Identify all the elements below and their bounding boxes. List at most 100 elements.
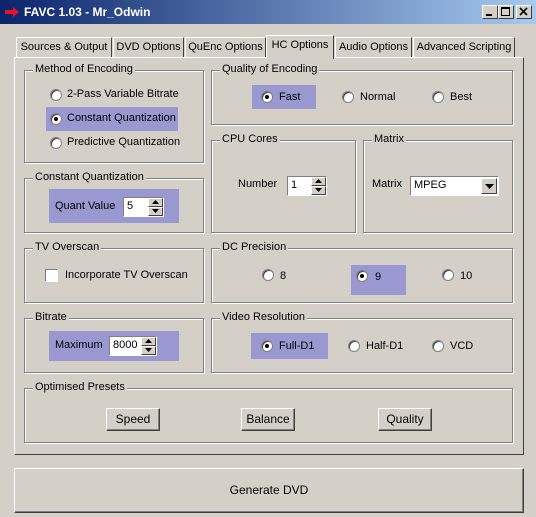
radio-2pass-vbr[interactable]: 2-Pass Variable Bitrate (48, 86, 198, 104)
radio-circle[interactable] (348, 340, 360, 352)
cpu-cores-group: CPU Cores Number 1 (211, 133, 356, 233)
window-title: FAVC 1.03 - Mr_Odwin (24, 5, 151, 19)
tab-dvd-options[interactable]: DVD Options (113, 37, 184, 57)
group-title: Quality of Encoding (220, 63, 320, 75)
dc-precision-group: DC Precision 8 9 10 (211, 241, 513, 303)
tab-hc-options[interactable]: HC Options (266, 35, 334, 59)
spinner-value: 8000 (113, 339, 138, 351)
video-resolution-group: Video Resolution Full-D1 Half-D1 VCD (211, 311, 513, 373)
radio-full-d1[interactable]: Full-D1 (251, 333, 328, 359)
encoding-method-group: Method of Encoding 2-Pass Variable Bitra… (24, 63, 204, 163)
bitrate-maximum-label: Maximum (55, 339, 103, 351)
radio-predictive-quantization[interactable]: Predictive Quantization (48, 134, 198, 152)
tab-audio-options[interactable]: Audio Options (335, 37, 412, 57)
radio-fast[interactable]: Fast (252, 85, 316, 109)
group-title: Matrix (372, 133, 406, 145)
tab-quenc-options[interactable]: QuEnc Options (185, 37, 266, 57)
radio-label: Best (450, 91, 473, 103)
tab-label: QuEnc Options (188, 41, 263, 53)
tab-sources-output[interactable]: Sources & Output (16, 37, 112, 57)
radio-circle[interactable] (356, 270, 368, 282)
tab-label: DVD Options (116, 41, 181, 53)
minimize-button[interactable] (482, 5, 498, 19)
group-title: Bitrate (33, 311, 69, 323)
radio-label: VCD (450, 340, 474, 352)
bitrate-highlight: Maximum 8000 (49, 331, 179, 361)
radio-circle[interactable] (50, 113, 62, 125)
generate-dvd-button[interactable]: Generate DVD (14, 468, 524, 513)
checkbox-box[interactable] (45, 269, 58, 282)
radio-circle[interactable] (342, 91, 354, 103)
radio-label: 9 (375, 271, 382, 283)
matrix-label: Matrix (372, 178, 402, 190)
tab-label: Audio Options (338, 41, 409, 53)
spinner-value: 1 (291, 179, 298, 191)
radio-dc-8[interactable]: 8 (260, 267, 300, 285)
tab-label: HC Options (271, 39, 329, 51)
radio-circle[interactable] (50, 137, 62, 149)
quality-button[interactable]: Quality (378, 408, 432, 431)
radio-label: Normal (360, 91, 396, 103)
radio-vcd[interactable]: VCD (430, 338, 490, 356)
tab-advanced-scripting[interactable]: Advanced Scripting (413, 37, 515, 57)
radio-constant-quantization[interactable]: Constant Quantization (46, 107, 178, 131)
checkbox-label: Incorporate TV Overscan (65, 269, 188, 281)
radio-half-d1[interactable]: Half-D1 (346, 338, 416, 356)
radio-best[interactable]: Best (430, 89, 490, 107)
quant-value-label: Quant Value (55, 200, 116, 212)
spin-up-button[interactable] (311, 177, 326, 186)
radio-circle[interactable] (442, 269, 454, 281)
group-title: Optimised Presets (33, 381, 127, 393)
speed-button[interactable]: Speed (106, 408, 160, 431)
radio-label: Constant Quantization (67, 112, 176, 124)
group-title: Method of Encoding (33, 63, 135, 75)
radio-circle[interactable] (50, 89, 62, 101)
matrix-select[interactable]: MPEG (410, 176, 499, 196)
radio-circle[interactable] (432, 340, 444, 352)
tab-label: Sources & Output (20, 41, 108, 53)
spin-down-button[interactable] (311, 186, 326, 195)
spin-down-button[interactable] (148, 207, 163, 216)
constant-quantization-group: Constant Quantization Quant Value 5 (24, 171, 204, 233)
group-title: Video Resolution (220, 311, 307, 323)
radio-circle[interactable] (261, 91, 273, 103)
radio-label: 8 (280, 270, 287, 282)
tv-overscan-checkbox[interactable]: Incorporate TV Overscan (45, 268, 200, 284)
bitrate-group: Bitrate Maximum 8000 (24, 311, 204, 373)
spin-down-button[interactable] (141, 346, 156, 355)
quality-group: Quality of Encoding Fast Normal Best (211, 63, 513, 125)
radio-label: Predictive Quantization (67, 136, 181, 148)
group-title: CPU Cores (220, 133, 280, 145)
cpu-cores-spinner[interactable]: 1 (287, 176, 327, 196)
group-title: DC Precision (220, 241, 289, 253)
radio-normal[interactable]: Normal (340, 89, 410, 107)
bitrate-maximum-spinner[interactable]: 8000 (109, 336, 157, 356)
radio-label: Fast (279, 91, 301, 103)
tv-overscan-group: TV Overscan Incorporate TV Overscan (24, 241, 204, 303)
radio-circle[interactable] (432, 91, 444, 103)
quant-value-spinner[interactable]: 5 (123, 197, 164, 217)
dropdown-button[interactable] (481, 178, 497, 194)
spin-up-button[interactable] (148, 198, 163, 207)
maximize-button[interactable] (498, 5, 514, 19)
group-title: Constant Quantization (33, 171, 146, 183)
balance-button[interactable]: Balance (241, 408, 295, 431)
app-arrow-icon (4, 5, 20, 19)
close-button[interactable] (516, 5, 532, 19)
spin-up-button[interactable] (141, 337, 156, 346)
spinner-value: 5 (127, 200, 134, 212)
tab-label: Advanced Scripting (416, 41, 512, 53)
radio-label: 10 (460, 270, 473, 282)
radio-label: 2-Pass Variable Bitrate (67, 88, 179, 100)
quant-value-highlight: Quant Value 5 (49, 189, 179, 223)
radio-label: Half-D1 (366, 340, 404, 352)
cpu-number-label: Number (238, 178, 278, 190)
radio-circle[interactable] (261, 340, 273, 352)
matrix-group: Matrix Matrix MPEG (363, 133, 513, 233)
radio-dc-9[interactable]: 9 (351, 265, 406, 295)
radio-label: Full-D1 (279, 340, 315, 352)
group-title: TV Overscan (33, 241, 102, 253)
radio-dc-10[interactable]: 10 (440, 267, 480, 285)
radio-circle[interactable] (262, 269, 274, 281)
title-bar[interactable]: FAVC 1.03 - Mr_Odwin (0, 0, 536, 24)
